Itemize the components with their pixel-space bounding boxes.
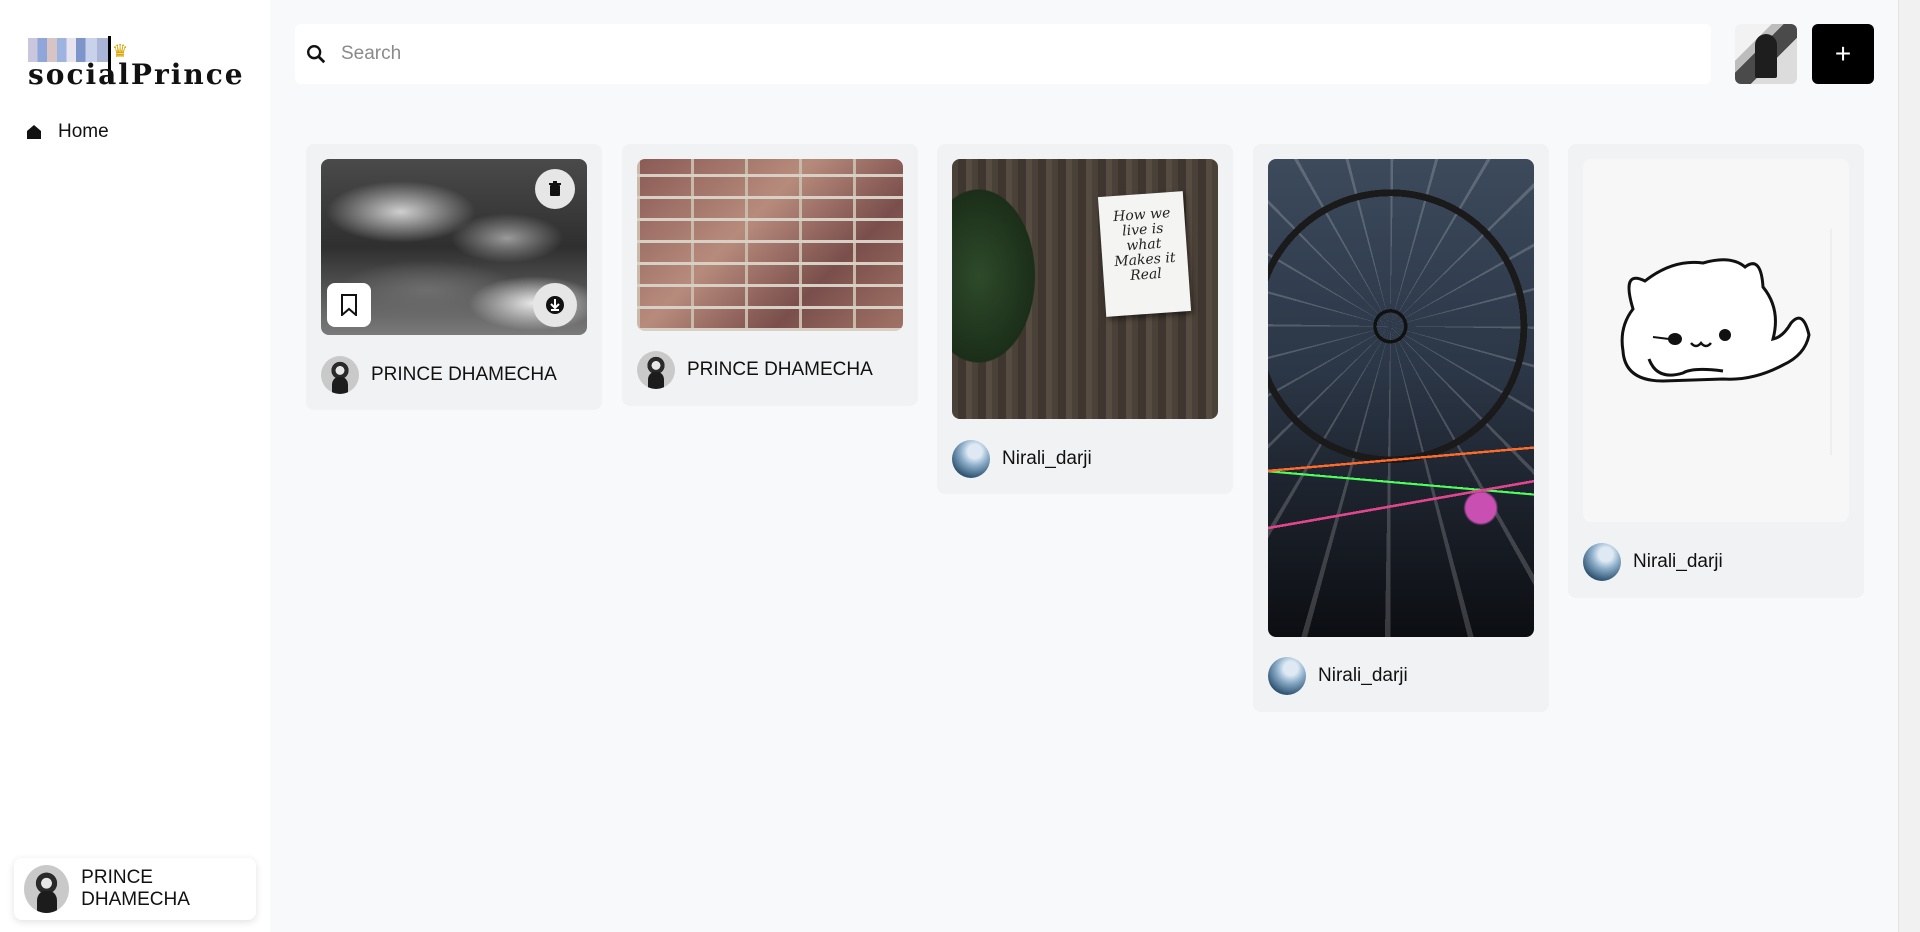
add-pin-button[interactable]: + [1812,24,1874,84]
pin-card[interactable]: How we live is what Makes it Real Nirali… [937,144,1233,494]
cat-drawing [1620,229,1832,455]
avatar [952,440,990,478]
author-name: Nirali_darji [1318,665,1408,686]
pin-image-note[interactable]: How we live is what Makes it Real [952,159,1218,419]
avatar [1583,543,1621,581]
pin-author[interactable]: Nirali_darji [1583,543,1723,581]
pin-image-cat[interactable] [1583,159,1849,522]
author-name: PRINCE DHAMECHA [687,359,873,380]
avatar [321,356,359,394]
author-name: Nirali_darji [1002,448,1092,469]
trash-icon [549,181,561,196]
pin-card[interactable]: PRINCE DHAMECHA [306,144,602,410]
bookmark-icon [341,294,357,316]
sidebar-item-home[interactable]: Home [26,118,109,146]
search-bar [295,24,1711,84]
sidebar-item-label: Home [58,121,109,142]
user-avatar-button[interactable] [1735,24,1797,84]
author-name: PRINCE DHAMECHA [371,364,557,385]
avatar [1268,657,1306,695]
pin-author[interactable]: Nirali_darji [1268,657,1408,695]
logo-text: socialPrince [28,58,245,91]
pin-image-brick[interactable] [637,159,903,331]
carnival-lights [1268,421,1534,637]
app-logo[interactable]: ♛ socialPrince [28,36,243,91]
search-input[interactable] [341,43,1641,65]
download-button[interactable] [533,283,577,327]
pin-card[interactable]: Nirali_darji [1253,144,1549,712]
search-icon [307,45,326,64]
sidebar: ♛ socialPrince Home PRINCE DHAMECHA [0,0,270,932]
scrollbar[interactable] [1898,0,1920,932]
save-button[interactable] [327,283,371,327]
pin-card[interactable]: Nirali_darji [1568,144,1864,598]
pin-author[interactable]: PRINCE DHAMECHA [637,351,873,389]
plus-icon: + [1834,38,1852,69]
profile-name: PRINCE DHAMECHA [81,867,190,910]
note-text: How we live is what Makes it Real [1112,205,1176,285]
author-name: Nirali_darji [1633,551,1723,572]
avatar [24,865,70,913]
user-profile-card[interactable]: PRINCE DHAMECHA [14,858,256,920]
pin-image-ferris-wheel[interactable] [1268,159,1534,637]
pin-author[interactable]: PRINCE DHAMECHA [321,356,557,394]
download-icon [546,296,564,314]
delete-button[interactable] [535,169,575,209]
pin-card[interactable]: PRINCE DHAMECHA [622,144,918,406]
pin-author[interactable]: Nirali_darji [952,440,1092,478]
avatar [637,351,675,389]
note-paper: How we live is what Makes it Real [1097,191,1192,317]
pin-image-clouds[interactable] [321,159,587,335]
home-icon [27,125,41,139]
